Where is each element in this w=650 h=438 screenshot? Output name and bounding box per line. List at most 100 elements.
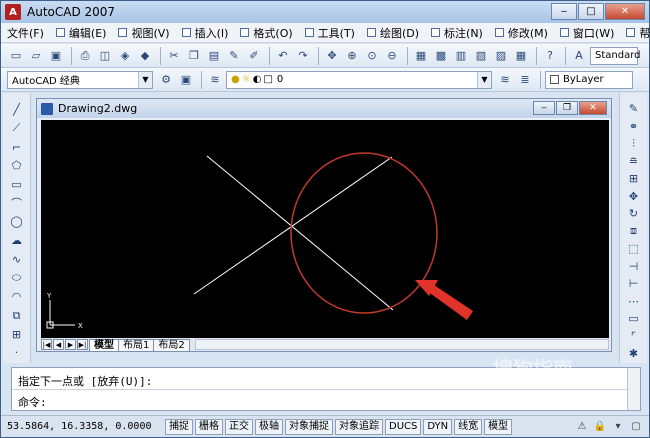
copy-object-icon[interactable]: ⚭ [625,118,643,134]
tab-layout2[interactable]: 布局2 [153,338,190,351]
copy-icon[interactable]: ❐ [185,47,203,65]
zoom-previous-icon[interactable]: ⊖ [383,47,401,65]
otrack-toggle[interactable]: 对象追踪 [335,418,383,435]
make-block-icon[interactable]: ⊞ [8,326,26,343]
ray-icon[interactable]: ⟋ [8,120,26,137]
sheet-set-icon[interactable]: ▧ [472,47,490,65]
menu-tools[interactable]: 工具(T) [299,25,361,41]
publish-icon[interactable]: ◈ [116,47,134,65]
move-icon[interactable]: ✥ [625,188,643,204]
ducs-toggle[interactable]: DUCS [385,418,422,435]
line-icon[interactable]: ╱ [8,101,26,118]
trim-icon[interactable]: ⊣ [625,258,643,274]
color-select[interactable]: ByLayer [545,70,633,89]
pan-icon[interactable]: ✥ [323,47,341,65]
save-icon[interactable]: ▣ [47,47,65,65]
workspace-settings-icon[interactable]: ⚙ [157,71,175,89]
grid-toggle[interactable]: 栅格 [195,418,223,435]
layer-manager-icon[interactable]: ≋ [206,71,224,89]
offset-icon[interactable]: ≘ [625,153,643,169]
design-center-icon[interactable]: ▩ [432,47,450,65]
text-style-icon[interactable]: A [570,47,588,65]
explode-icon[interactable]: ✱ [625,346,643,362]
last-tab-icon[interactable]: ▶| [77,339,88,350]
calculator-icon[interactable]: ▦ [512,47,530,65]
paste-icon[interactable]: ▤ [205,47,223,65]
menu-dimension[interactable]: 标注(N) [425,25,489,41]
circle-icon[interactable]: ◯ [8,213,26,230]
undo-icon[interactable]: ↶ [274,47,292,65]
menu-insert[interactable]: 插入(I) [176,25,235,41]
layer-previous-icon[interactable]: ≣ [516,71,534,89]
break-icon[interactable]: ⋯ [625,293,643,309]
preview-icon[interactable]: ◫ [96,47,114,65]
rectangle-icon[interactable]: ▭ [8,176,26,193]
lock-icon[interactable]: 🔒 [593,420,607,434]
first-tab-icon[interactable]: |◀ [41,339,52,350]
redo-icon[interactable]: ↷ [294,47,312,65]
spline-icon[interactable]: ∿ [8,251,26,268]
match-properties-icon[interactable]: ✎ [225,47,243,65]
open-file-icon[interactable]: ▱ [27,47,45,65]
make-layer-current-icon[interactable]: ≋ [496,71,514,89]
markup-icon[interactable]: ▨ [492,47,510,65]
my-workspace-icon[interactable]: ▣ [177,71,195,89]
3d-icon[interactable]: ◆ [136,47,154,65]
prev-tab-icon[interactable]: ◀ [53,339,64,350]
drawing-minimize-button[interactable]: ‒ [533,101,555,115]
workspace-select[interactable]: AutoCAD 经典 ▼ [7,70,153,89]
menu-view[interactable]: 视图(V) [112,25,175,41]
autocad-app-icon[interactable]: A [5,4,21,20]
menu-format[interactable]: 格式(O) [234,25,298,41]
menu-help[interactable]: 帮助(H) [620,25,650,41]
menu-modify[interactable]: 修改(M) [489,25,554,41]
lineweight-toggle[interactable]: 线宽 [454,418,483,435]
dyn-toggle[interactable]: DYN [423,418,453,435]
command-scrollbar[interactable] [627,368,640,410]
menu-edit[interactable]: 编辑(E) [50,25,113,41]
chevron-down-icon[interactable]: ▾ [611,420,625,434]
erase-icon[interactable]: ✎ [625,101,643,117]
polyline-icon[interactable]: ⌐ [8,138,26,155]
insert-block-icon[interactable]: ⧉ [8,307,26,324]
mirror-icon[interactable]: ⫶ [625,136,643,152]
tool-palettes-icon[interactable]: ▥ [452,47,470,65]
tab-model[interactable]: 模型 [89,338,119,351]
communication-center-icon[interactable]: ⚠ [575,420,589,434]
layer-select[interactable]: ● ☼ ◐ □ 0 ▼ [226,70,492,89]
block-editor-icon[interactable]: ✐ [245,47,263,65]
chamfer-icon[interactable]: ⌜ [625,328,643,344]
menu-draw[interactable]: 绘图(D) [361,25,425,41]
minimize-button[interactable]: ‒ [551,3,577,20]
array-icon[interactable]: ⊞ [625,171,643,187]
text-style-select[interactable]: Standard [590,46,641,65]
ellipse-arc-icon[interactable]: ◠ [8,288,26,305]
command-prompt[interactable]: 命令: [18,394,47,410]
polygon-icon[interactable]: ⬠ [8,157,26,174]
cloud-icon[interactable]: ☁ [8,232,26,249]
rotate-icon[interactable]: ↻ [625,206,643,222]
scale-icon[interactable]: ⧈ [625,223,643,239]
tab-layout1[interactable]: 布局1 [118,338,155,351]
osnap-toggle[interactable]: 对象捕捉 [285,418,333,435]
drawing-canvas[interactable]: Y X [41,120,609,338]
join-icon[interactable]: ▭ [625,311,643,327]
cut-icon[interactable]: ✂ [165,47,183,65]
zoom-window-icon[interactable]: ⊙ [363,47,381,65]
model-toggle[interactable]: 模型 [484,418,513,435]
drawing-close-button[interactable]: ✕ [579,101,607,115]
extend-icon[interactable]: ⊢ [625,276,643,292]
close-button[interactable]: ✕ [605,3,645,20]
print-icon[interactable]: ⎙ [76,47,94,65]
ortho-toggle[interactable]: 正交 [225,418,253,435]
help-icon[interactable]: ? [541,47,559,65]
menu-file[interactable]: 文件(F) [1,25,50,41]
new-file-icon[interactable]: ▭ [7,47,25,65]
stretch-icon[interactable]: ⬚ [625,241,643,257]
ellipse-icon[interactable]: ⬭ [8,269,26,286]
zoom-realtime-icon[interactable]: ⊕ [343,47,361,65]
next-tab-icon[interactable]: ▶ [65,339,76,350]
arc-icon[interactable]: ⌒ [8,195,26,212]
clean-screen-icon[interactable]: ▢ [629,420,643,434]
properties-icon[interactable]: ▦ [412,47,430,65]
